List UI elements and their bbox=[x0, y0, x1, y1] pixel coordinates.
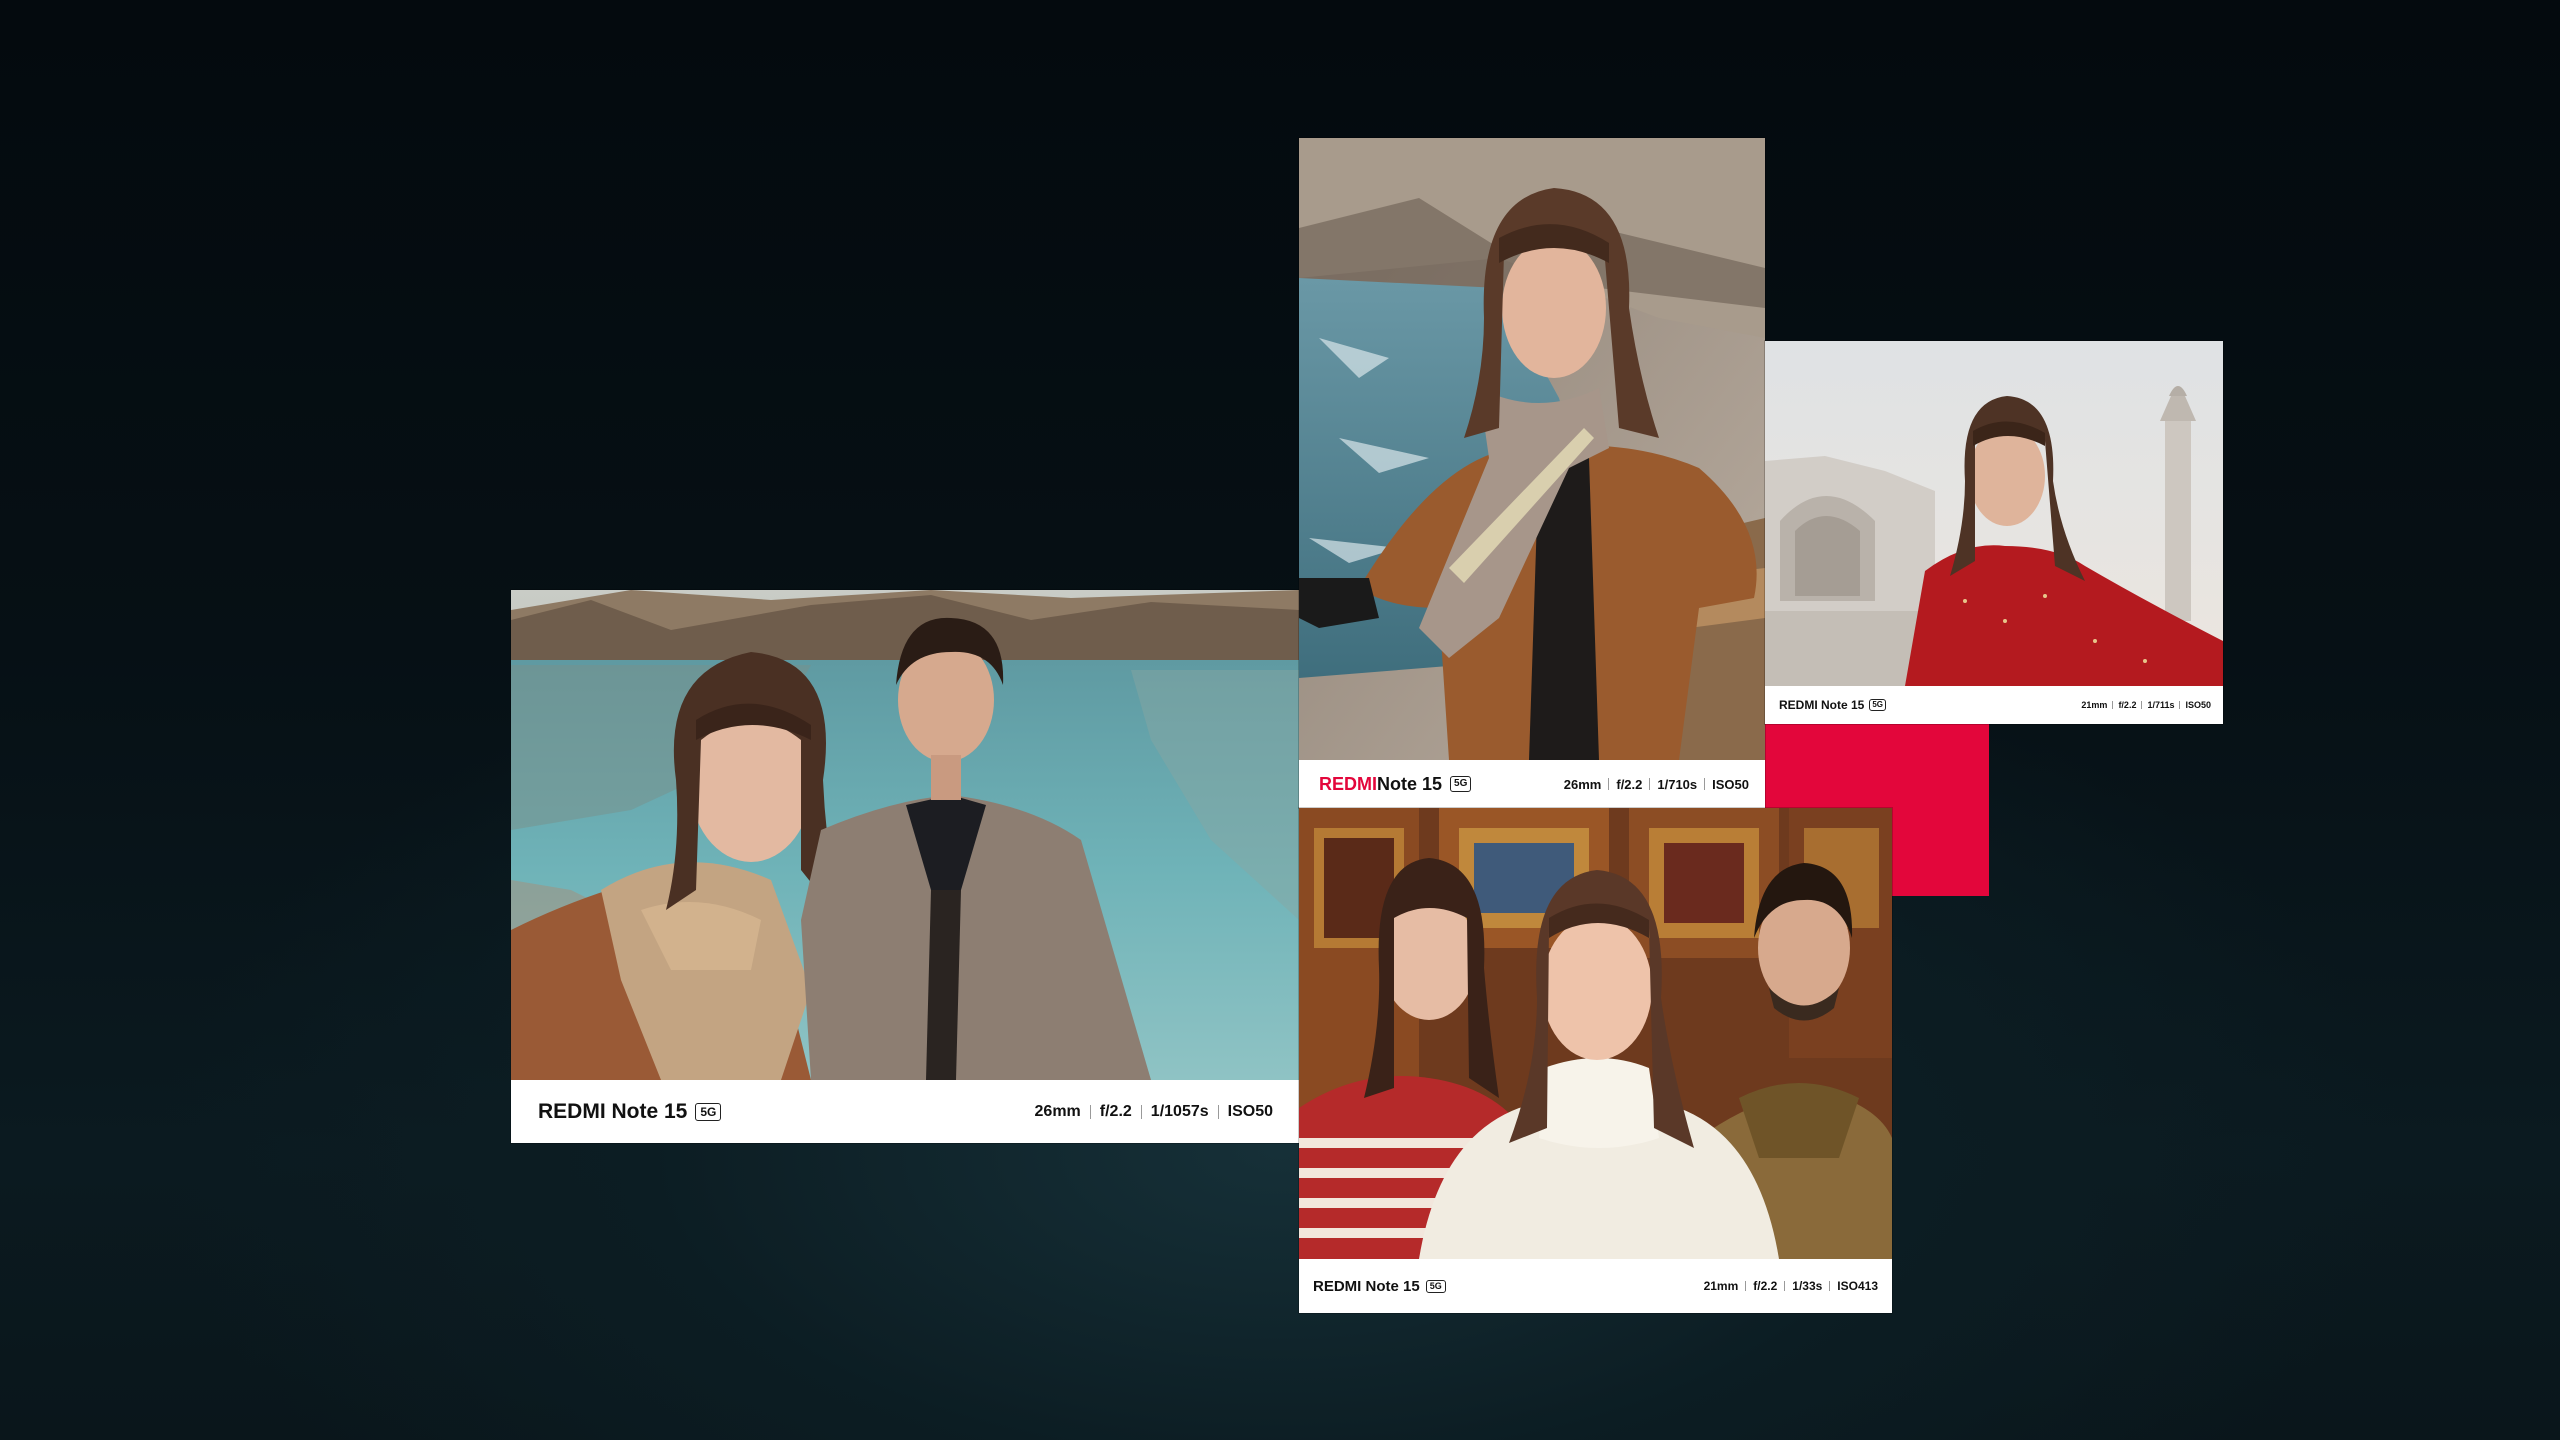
brand-label: REDMI Note 15 5G bbox=[538, 1099, 722, 1124]
lake-selfie-photo bbox=[511, 590, 1299, 1080]
divider bbox=[1089, 1104, 1091, 1119]
brand-label-text: REDMI Note 15 bbox=[538, 1099, 688, 1123]
taj-selfie-photo bbox=[1765, 341, 2223, 686]
5g-badge: 5G bbox=[695, 1102, 722, 1121]
5g-badge: 5G bbox=[1425, 1279, 1446, 1293]
camera-specs: 21mm f/2.2 1/33s ISO413 bbox=[1704, 1279, 1878, 1293]
aperture: f/2.2 bbox=[1099, 1102, 1132, 1120]
shutter-speed: 1/711s bbox=[2147, 700, 2175, 710]
divider bbox=[1217, 1104, 1219, 1119]
shutter-speed: 1/33s bbox=[1792, 1279, 1823, 1293]
divider bbox=[2179, 701, 2181, 709]
brand-label: REDMI Note 15 5G bbox=[1779, 698, 1887, 712]
focal-length: 26mm bbox=[1034, 1102, 1081, 1120]
brand-label: REDMI Note 15 5G bbox=[1319, 773, 1472, 795]
brand-label-accent: REDMI bbox=[1319, 773, 1377, 794]
divider bbox=[1829, 1281, 1831, 1291]
divider bbox=[2141, 701, 2143, 709]
iso: ISO413 bbox=[1837, 1279, 1878, 1293]
focal-length: 21mm bbox=[1703, 1279, 1739, 1293]
camera-info-strip: REDMI Note 15 5G 21mm f/2.2 1/711s ISO50 bbox=[1765, 686, 2223, 724]
divider bbox=[1704, 778, 1706, 790]
divider bbox=[1649, 778, 1651, 790]
focal-length: 21mm bbox=[2081, 700, 2108, 710]
photo-card-taj: REDMI Note 15 5G 21mm f/2.2 1/711s ISO50 bbox=[1765, 341, 2223, 724]
divider bbox=[2112, 701, 2114, 709]
camera-specs: 26mm f/2.2 1/710s ISO50 bbox=[1564, 777, 1749, 792]
camera-info-strip: REDMI Note 15 5G 26mm f/2.2 1/1057s ISO50 bbox=[511, 1080, 1299, 1143]
indoor-group-selfie-photo bbox=[1299, 808, 1892, 1259]
shutter-speed: 1/710s bbox=[1657, 776, 1698, 792]
5g-badge: 5G bbox=[1869, 699, 1887, 711]
divider bbox=[1608, 778, 1610, 790]
aperture: f/2.2 bbox=[1753, 1279, 1778, 1293]
camera-specs: 26mm f/2.2 1/1057s ISO50 bbox=[1035, 1103, 1273, 1121]
camera-specs: 21mm f/2.2 1/711s ISO50 bbox=[2081, 700, 2211, 710]
brand-label: REDMI Note 15 5G bbox=[1313, 1278, 1446, 1295]
brand-label-text: Note 15 bbox=[1377, 773, 1443, 794]
camera-info-strip: REDMI Note 15 5G 26mm f/2.2 1/710s ISO50 bbox=[1299, 760, 1765, 808]
river-selfie-photo bbox=[1299, 138, 1765, 760]
iso: ISO50 bbox=[2185, 700, 2211, 710]
divider bbox=[1745, 1281, 1747, 1291]
divider bbox=[1140, 1104, 1142, 1119]
camera-info-strip: REDMI Note 15 5G 21mm f/2.2 1/33s ISO413 bbox=[1299, 1259, 1892, 1313]
iso: ISO50 bbox=[1227, 1102, 1273, 1120]
aperture: f/2.2 bbox=[1616, 776, 1643, 792]
brand-label-text: REDMI Note 15 bbox=[1313, 1277, 1420, 1295]
focal-length: 26mm bbox=[1563, 776, 1602, 792]
photo-card-river: REDMI Note 15 5G 26mm f/2.2 1/710s ISO50 bbox=[1299, 138, 1765, 808]
5g-badge: 5G bbox=[1450, 776, 1472, 792]
brand-label-text: REDMI Note 15 bbox=[1779, 698, 1865, 712]
aperture: f/2.2 bbox=[2118, 700, 2137, 710]
divider bbox=[1784, 1281, 1786, 1291]
photo-card-indoor: REDMI Note 15 5G 21mm f/2.2 1/33s ISO413 bbox=[1299, 808, 1892, 1313]
photo-card-lake: REDMI Note 15 5G 26mm f/2.2 1/1057s ISO50 bbox=[511, 590, 1299, 1143]
iso: ISO50 bbox=[1712, 776, 1749, 792]
shutter-speed: 1/1057s bbox=[1150, 1102, 1209, 1120]
